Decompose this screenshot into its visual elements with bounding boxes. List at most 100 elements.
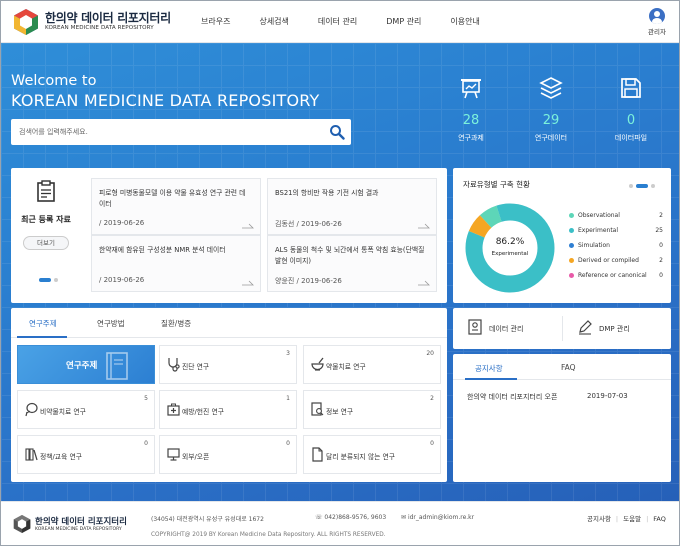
stat-datasets-label: 연구데이터 bbox=[534, 134, 568, 142]
topic-tile[interactable]: 진단 연구 3 bbox=[159, 345, 297, 384]
donut-center-label: Experimental bbox=[491, 251, 529, 257]
topic-tile-label: 정책/교육 연구 bbox=[40, 453, 82, 461]
active-notice-indicator bbox=[465, 378, 517, 380]
nav-data-management[interactable]: 데이터 관리 bbox=[318, 16, 357, 27]
recent-card[interactable]: BS21의 항비만 작용 기전 시험 결과 김동선 / 2019-06-26 bbox=[267, 178, 437, 235]
search-input[interactable] bbox=[19, 125, 319, 139]
nav-browse[interactable]: 브라우즈 bbox=[201, 16, 230, 27]
topic-tile[interactable]: 약물치료 연구 20 bbox=[303, 345, 441, 384]
hero-title: KOREAN MEDICINE DATA REPOSITORY bbox=[11, 91, 320, 110]
notice-panel: 공지사항 FAQ 한의약 데이터 리포지터리 오픈 2019-07-03 bbox=[453, 354, 671, 482]
topic-tile-count: 0 bbox=[144, 440, 148, 447]
topic-tile[interactable]: 비약물치료 연구 5 bbox=[17, 390, 155, 429]
first-aid-icon bbox=[167, 403, 180, 416]
topic-tabs: 연구주제 연구방법 질환/병증 bbox=[11, 308, 447, 338]
recent-card-title: 한약재에 함유된 구성성분 NMR 분석 데이터 bbox=[99, 246, 226, 254]
user-label[interactable]: 관리자 bbox=[641, 26, 673, 36]
distribution-pager[interactable] bbox=[629, 181, 658, 190]
footer-logo-title: 한의약 데이터 리포지터리 bbox=[35, 517, 127, 527]
tab-faq[interactable]: FAQ bbox=[561, 363, 576, 372]
logo-title: 한의약 데이터 리포지터리 bbox=[45, 11, 171, 25]
footer-email-text: idr_admin@kiom.re.kr bbox=[407, 514, 475, 521]
stat-datasets[interactable]: 29 연구데이터 bbox=[521, 76, 581, 143]
recent-card[interactable]: ALS 동물의 척수 및 뇌간에서 통폭 약침 효능(단백질 발현 이미지) 양… bbox=[267, 235, 437, 292]
footer-copyright: COPYRIGHT@ 2019 BY Korean Medicine Data … bbox=[151, 532, 386, 538]
topic-tile[interactable]: 예방/헌진 연구 1 bbox=[159, 390, 297, 429]
arrow-right-icon bbox=[242, 280, 254, 286]
footer-phone-text: 042)868-9576, 9603 bbox=[324, 514, 387, 521]
distribution-legend: Observational 2 Experimental 25 Simulation… bbox=[569, 211, 665, 286]
legend-dot bbox=[569, 213, 574, 218]
footer-link-help[interactable]: 도움말 bbox=[623, 515, 641, 523]
topic-tile[interactable]: 달리 분류되지 않는 연구 0 bbox=[303, 435, 441, 474]
recent-card[interactable]: 피로형 미병동물모델 이용 약물 유효성 연구 관련 데이터 / 2019-06… bbox=[91, 178, 261, 235]
recent-card-date: / 2019-06-26 bbox=[99, 276, 145, 284]
user-avatar-icon[interactable] bbox=[649, 8, 665, 24]
notice-item[interactable]: 한의약 데이터 리포지터리 오픈 2019-07-03 bbox=[467, 392, 667, 402]
header: 한의약 데이터 리포지터리 KOREAN MEDICINE DATA REPOS… bbox=[1, 1, 679, 43]
recent-pager[interactable] bbox=[39, 275, 61, 284]
topic-tile-label: 외부/오픈 bbox=[182, 453, 210, 461]
legend-dot bbox=[569, 228, 574, 233]
recent-card-title: ALS 동물의 척수 및 뇌간에서 통폭 약침 효능(단백질 발현 이미지) bbox=[275, 246, 425, 265]
legend-name: Experimental bbox=[578, 227, 619, 234]
active-tab-indicator bbox=[17, 336, 67, 338]
legend-dot bbox=[569, 258, 574, 263]
arrow-right-icon bbox=[418, 280, 430, 286]
topic-tile-label: 예방/헌진 연구 bbox=[182, 408, 224, 416]
user-menu[interactable]: 관리자 bbox=[641, 8, 673, 36]
footer-link-notice[interactable]: 공지사항 bbox=[587, 515, 611, 523]
footer-phone: ☏ 042)868-9576, 9603 bbox=[315, 514, 387, 521]
topic-tile[interactable]: 정보 연구 2 bbox=[303, 390, 441, 429]
footer-email: ✉ idr_admin@kiom.re.kr bbox=[401, 514, 475, 521]
donut-chart bbox=[465, 203, 555, 293]
logo-icon[interactable] bbox=[13, 8, 39, 36]
welcome-text: Welcome to bbox=[11, 73, 97, 89]
topic-tile[interactable]: 정책/교육 연구 0 bbox=[17, 435, 155, 474]
legend-dot bbox=[569, 273, 574, 278]
topic-tile-count: 5 bbox=[144, 395, 148, 402]
nav-dmp-management[interactable]: DMP 관리 bbox=[386, 16, 421, 27]
clipboard-icon bbox=[37, 180, 55, 202]
page-frame: 한의약 데이터 리포지터리 KOREAN MEDICINE DATA REPOS… bbox=[0, 0, 680, 546]
save-disk-icon bbox=[621, 78, 641, 98]
topics-panel: 연구주제 연구방법 질환/병증 연구주제 진단 연구 3 약물치료 연구 20 … bbox=[11, 308, 447, 482]
presentation-icon bbox=[461, 79, 481, 99]
topic-tile-label: 달리 분류되지 않는 연구 bbox=[326, 453, 396, 461]
tab-notice[interactable]: 공지사항 bbox=[475, 363, 503, 374]
legend-item: Observational 2 bbox=[569, 211, 665, 226]
topic-tile-label: 진단 연구 bbox=[182, 363, 210, 371]
donut-hole bbox=[483, 221, 537, 275]
search-icon[interactable] bbox=[329, 124, 345, 140]
arrow-right-icon bbox=[418, 223, 430, 229]
tab-research-method[interactable]: 연구방법 bbox=[97, 318, 125, 329]
tab-research-topic[interactable]: 연구주제 bbox=[29, 318, 57, 329]
recent-title: 최근 등록 자료 bbox=[21, 215, 71, 224]
legend-name: Observational bbox=[578, 212, 620, 219]
dmp-management-link[interactable]: DMP 관리 bbox=[563, 308, 672, 349]
nav-advanced-search[interactable]: 상세검색 bbox=[259, 16, 288, 27]
topic-tile-count: 1 bbox=[286, 395, 290, 402]
footer-logo-subtitle: KOREAN MEDICINE DATA REPOSITORY bbox=[35, 527, 122, 532]
stat-projects-value: 28 bbox=[462, 113, 480, 128]
distribution-panel: 자료유형별 구축 현황 86.2% Experimental Observati… bbox=[453, 168, 671, 303]
notice-tabs: 공지사항 FAQ bbox=[453, 354, 671, 380]
nav-guide[interactable]: 이용안내 bbox=[450, 16, 479, 27]
legend-item: Reference or canonical 0 bbox=[569, 271, 665, 286]
tab-disease[interactable]: 질환/병증 bbox=[161, 318, 191, 329]
recent-header: 최근 등록 자료 더보기 bbox=[11, 168, 91, 303]
stat-files[interactable]: 0 데이터파일 bbox=[601, 76, 661, 143]
footer-link-faq[interactable]: FAQ bbox=[653, 515, 666, 523]
search-bar bbox=[11, 119, 351, 145]
stat-projects[interactable]: 28 연구과제 bbox=[441, 76, 501, 143]
data-management-link[interactable]: 데이터 관리 bbox=[453, 308, 562, 349]
topic-tile-count: 0 bbox=[430, 440, 434, 447]
topic-tile-count: 20 bbox=[426, 350, 434, 357]
recent-card[interactable]: 한약재에 함유된 구성성분 NMR 분석 데이터 / 2019-06-26 bbox=[91, 235, 261, 292]
topic-tile[interactable]: 외부/오픈 0 bbox=[159, 435, 297, 474]
layers-icon bbox=[539, 77, 563, 99]
more-button[interactable]: 더보기 bbox=[23, 236, 69, 250]
arrow-right-icon bbox=[242, 223, 254, 229]
footer-logo-icon bbox=[13, 515, 31, 533]
topic-tile-feature[interactable]: 연구주제 bbox=[17, 345, 155, 384]
